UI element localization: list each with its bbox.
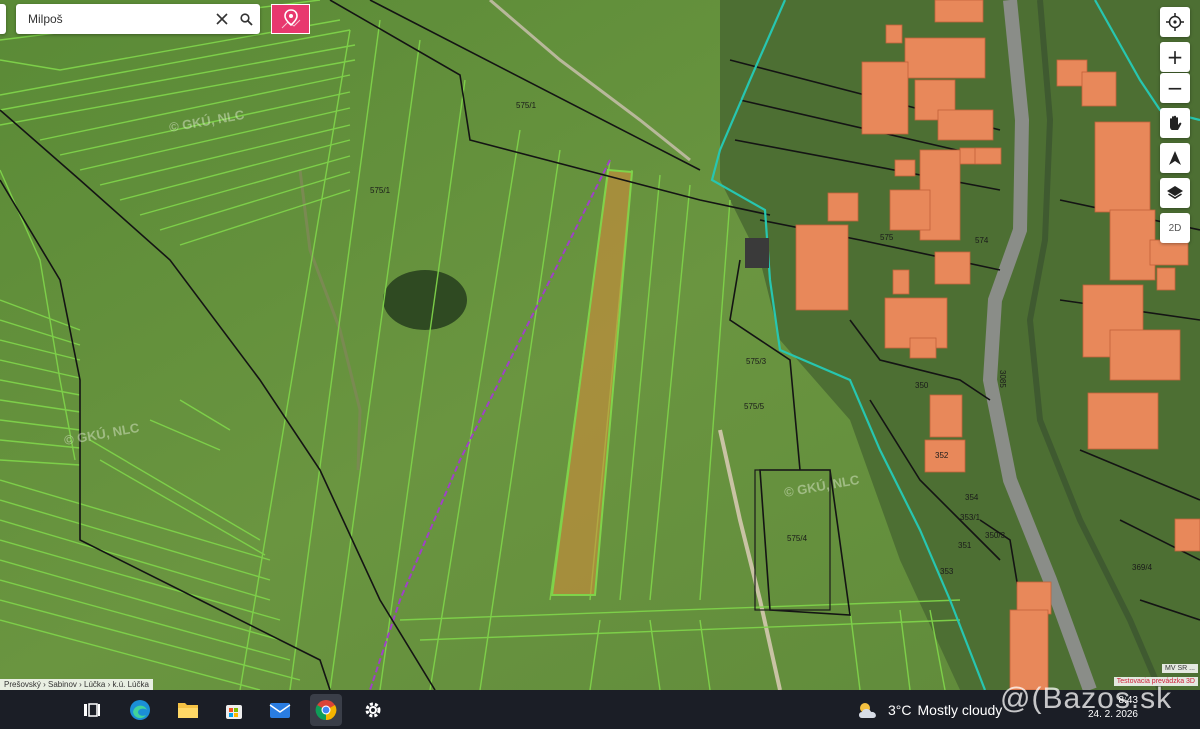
side-panel-toggle[interactable] xyxy=(0,4,6,34)
map-pin-icon xyxy=(281,9,300,29)
road-label: 3085 xyxy=(998,370,1007,388)
brand-watermark: @(Bazos.sk xyxy=(1000,682,1173,715)
store-button[interactable] xyxy=(218,694,250,726)
mail-button[interactable] xyxy=(264,694,296,726)
store-icon xyxy=(226,705,242,719)
zoom-out-button[interactable]: − xyxy=(1160,73,1190,103)
hand-icon xyxy=(1170,115,1182,130)
pan-button[interactable] xyxy=(1160,108,1190,138)
settings-button[interactable] xyxy=(357,694,389,726)
task-view-button[interactable] xyxy=(76,694,108,726)
file-explorer-button[interactable] xyxy=(172,694,204,726)
clear-button[interactable] xyxy=(212,9,232,29)
tree-cluster xyxy=(383,270,467,330)
chrome-button[interactable] xyxy=(310,694,342,726)
weather-desc: Mostly cloudy xyxy=(917,702,1003,718)
weather-temp: 3°C xyxy=(888,702,912,718)
parcel-label: 350/3 xyxy=(985,531,1006,540)
location-pin-button[interactable] xyxy=(271,4,310,34)
search-button[interactable] xyxy=(236,9,256,29)
parcel-label: 575/4 xyxy=(787,534,808,543)
locate-button[interactable] xyxy=(1160,7,1190,37)
cloud-sun-icon xyxy=(859,703,876,718)
north-arrow-icon xyxy=(1169,151,1181,165)
zoom-in-button[interactable]: + xyxy=(1160,42,1190,72)
parcel-label: 575/5 xyxy=(744,402,765,411)
parcel-label: 369/4 xyxy=(1132,563,1153,572)
parcel-label: 353/1 xyxy=(960,513,981,522)
gear-icon xyxy=(365,702,381,718)
building-dark xyxy=(745,238,769,268)
weather-widget[interactable]: 3°C Mostly cloudy xyxy=(856,700,1002,720)
parcel-label: 354 xyxy=(965,493,979,502)
close-icon xyxy=(216,13,228,25)
parcel-label: 574 xyxy=(975,236,989,245)
map-view[interactable]: 575/1 575/3 575/4 575/1 575/5 350 352 35… xyxy=(0,0,1200,690)
search-input[interactable] xyxy=(26,11,210,27)
search-box xyxy=(16,4,260,34)
parcel-label: 575 xyxy=(880,233,894,242)
mail-icon xyxy=(269,703,291,718)
folder-icon xyxy=(178,703,198,718)
edge-icon xyxy=(130,700,150,720)
parcel-label: 351 xyxy=(958,541,972,550)
parcel-label: 353 xyxy=(940,567,954,576)
parcel-label: 575/3 xyxy=(746,357,767,366)
layers-button[interactable] xyxy=(1160,178,1190,208)
chrome-icon xyxy=(315,700,337,721)
parcel-label: 575/1 xyxy=(516,101,537,110)
edge-button[interactable] xyxy=(124,694,156,726)
breadcrumb: Prešovský › Sabinov › Lúčka › k.ú. Lúčka xyxy=(0,679,153,690)
parcel-label: 350 xyxy=(915,381,929,390)
layers-icon xyxy=(1167,186,1183,199)
search-icon xyxy=(239,12,253,26)
compass-button[interactable] xyxy=(1160,143,1190,173)
crosshair-icon xyxy=(1166,13,1184,31)
attribution: MV SR ... xyxy=(1162,664,1198,673)
toggle-2d-button[interactable]: 2D xyxy=(1160,213,1190,243)
parcel-label: 575/1 xyxy=(370,186,391,195)
parcel-label: 352 xyxy=(935,451,949,460)
task-view-icon xyxy=(84,703,100,717)
